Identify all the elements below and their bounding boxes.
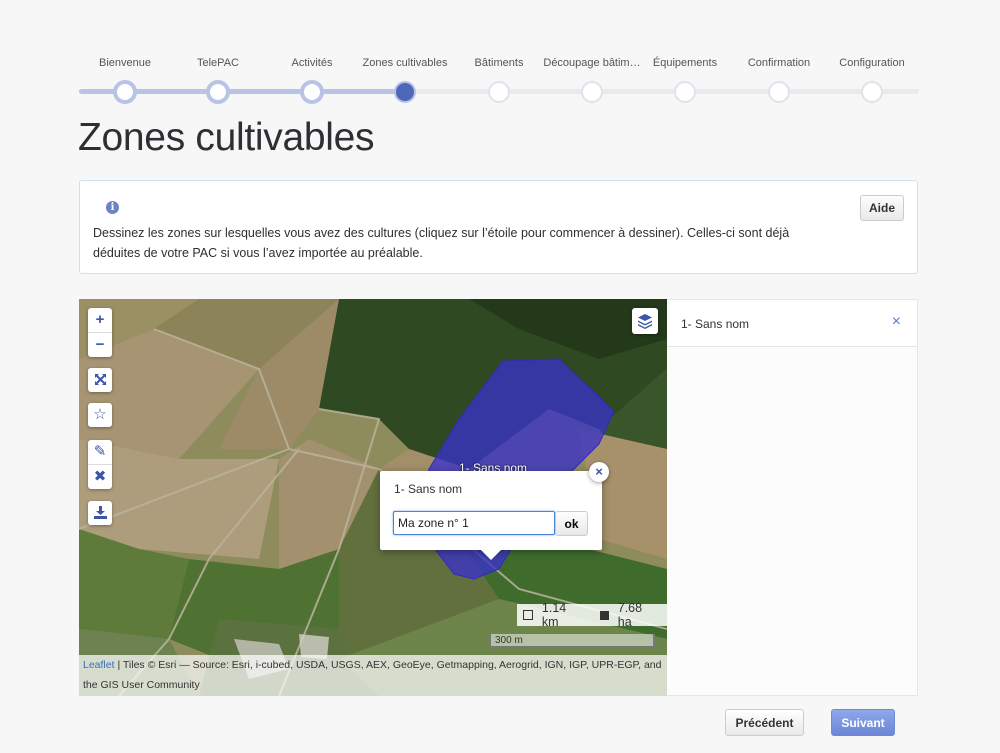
- info-box: i Dessinez les zones sur lesquelles vous…: [79, 180, 918, 274]
- layers-icon: [638, 314, 652, 329]
- step-label: Zones cultivables: [362, 57, 448, 69]
- step-equipements[interactable]: Équipements: [635, 56, 735, 103]
- pencil-icon: ✎: [93, 443, 107, 460]
- fullscreen-control: [88, 368, 112, 392]
- edit-polygon-button[interactable]: ✎: [88, 440, 112, 465]
- x-icon: ✖: [93, 468, 107, 485]
- popup-close-button[interactable]: ×: [589, 462, 609, 482]
- step-label: Bâtiments: [474, 57, 524, 69]
- step-label: Bienvenue: [99, 57, 151, 69]
- step-dot: [300, 80, 324, 104]
- page-title: Zones cultivables: [78, 116, 375, 159]
- list-item[interactable]: 1- Sans nom ×: [667, 300, 917, 347]
- draw-polygon-button[interactable]: ☆: [88, 403, 112, 427]
- step-batiments[interactable]: Bâtiments: [449, 56, 549, 103]
- draw-control: ☆: [88, 403, 112, 427]
- zoom-control: + −: [88, 308, 112, 357]
- zone-name-input[interactable]: [393, 511, 555, 535]
- layers-button[interactable]: [632, 308, 658, 334]
- close-icon[interactable]: ×: [892, 313, 901, 331]
- step-decoupage-batiments[interactable]: Découpage bâtim…: [542, 56, 642, 103]
- step-dot: [113, 80, 137, 104]
- expand-icon: [94, 374, 106, 385]
- star-icon: ☆: [93, 406, 107, 423]
- download-icon: [93, 506, 107, 519]
- zones-list-panel: 1- Sans nom ×: [667, 299, 918, 696]
- previous-button[interactable]: Précédent: [725, 709, 804, 736]
- step-dot: [488, 81, 510, 103]
- info-text: Dessinez les zones sur lesquelles vous a…: [93, 226, 790, 260]
- help-button[interactable]: Aide: [860, 195, 904, 221]
- area-icon: [599, 610, 609, 620]
- step-label: Confirmation: [747, 57, 811, 69]
- zoom-out-button[interactable]: −: [88, 333, 112, 357]
- map-attribution: Leaflet | Tiles © Esri — Source: Esri, i…: [79, 655, 667, 696]
- leaflet-link[interactable]: Leaflet: [83, 659, 115, 671]
- rename-popup: 1- Sans nom ok: [380, 471, 602, 560]
- step-confirmation[interactable]: Confirmation: [729, 56, 829, 103]
- map-view[interactable]: + − ☆ ✎ ✖ 1- Sans nom 1- Sans nom Ma zon…: [79, 299, 667, 696]
- perimeter-value: 1.14 km: [541, 601, 567, 629]
- step-label: Découpage bâtim…: [543, 57, 641, 69]
- step-dot: [861, 81, 883, 103]
- delete-polygon-button[interactable]: ✖: [88, 465, 112, 489]
- zone-name: 1- Sans nom: [681, 317, 750, 331]
- step-zones-cultivables[interactable]: Zones cultivables: [355, 56, 455, 103]
- step-label: Équipements: [652, 57, 718, 69]
- scale-bar: 300 m: [489, 634, 655, 648]
- perimeter-icon: [523, 610, 533, 620]
- step-activites[interactable]: Activités: [262, 56, 362, 104]
- area-value: 7.68 ha: [617, 601, 643, 629]
- download-control: [88, 501, 112, 525]
- download-button[interactable]: [88, 501, 112, 525]
- next-button[interactable]: Suivant: [831, 709, 895, 736]
- step-dot: [768, 81, 790, 103]
- popup-ok-button[interactable]: ok: [555, 511, 588, 536]
- step-label: Activités: [291, 57, 333, 69]
- step-dot: [206, 80, 230, 104]
- popup-title: 1- Sans nom: [394, 482, 463, 496]
- progress-stepper: Bienvenue TelePAC Activités Zones cultiv…: [79, 56, 919, 106]
- zoom-in-button[interactable]: +: [88, 308, 112, 333]
- step-telepac[interactable]: TelePAC: [168, 56, 268, 104]
- step-dot: [394, 81, 416, 103]
- step-dot: [581, 81, 603, 103]
- info-icon: i: [106, 201, 119, 214]
- attribution-text: | Tiles © Esri — Source: Esri, i-cubed, …: [83, 659, 662, 691]
- step-configuration[interactable]: Configuration: [822, 56, 922, 103]
- edit-control: ✎ ✖: [88, 440, 112, 489]
- fullscreen-button[interactable]: [88, 368, 112, 392]
- step-bienvenue[interactable]: Bienvenue: [75, 56, 175, 104]
- measurement-box: 1.14 km 7.68 ha: [517, 601, 667, 629]
- step-dot: [674, 81, 696, 103]
- step-label: TelePAC: [197, 57, 239, 69]
- step-label: Configuration: [839, 57, 905, 69]
